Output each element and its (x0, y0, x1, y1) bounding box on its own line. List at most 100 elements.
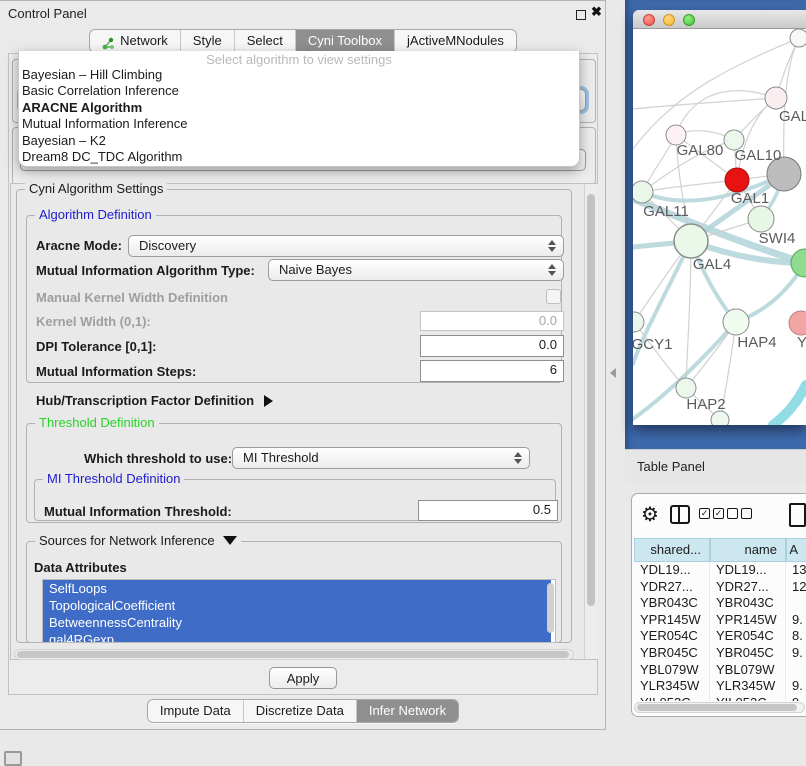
kernel-width-label: Kernel Width (0,1): (36, 314, 151, 329)
tab-select[interactable]: Select (235, 30, 296, 52)
column-header[interactable]: name (710, 538, 786, 562)
algorithm-option[interactable]: Basic Correlation Inference (19, 83, 579, 99)
cell: YIL052C (710, 695, 786, 701)
network-node[interactable] (723, 309, 749, 335)
splitter-collapse-icon[interactable] (610, 368, 616, 378)
network-window[interactable]: GAL80GAL10GAL1GAL11SWI4GAL4GCY1HAP4HAP2G… (633, 10, 806, 425)
attribute-item[interactable]: BetweennessCentrality (43, 614, 551, 631)
cell: YLR345W (634, 678, 710, 695)
cell: 9. (786, 678, 806, 695)
tab-discretize-data[interactable]: Discretize Data (244, 700, 357, 722)
algorithm-definition-legend: Algorithm Definition (35, 207, 156, 222)
table-row[interactable]: YDR27...YDR27...12 (634, 579, 806, 596)
mi-steps-field[interactable]: 6 (420, 360, 564, 382)
tab-infer-network[interactable]: Infer Network (357, 700, 458, 722)
column-view-icon[interactable] (670, 505, 690, 524)
select-all-icon[interactable]: ✓✓ (699, 508, 724, 519)
table-row[interactable]: YBR043CYBR043C (634, 595, 806, 612)
table-row[interactable]: YBR045CYBR045C9. (634, 645, 806, 662)
table-row[interactable]: YER054CYER054C8. (634, 628, 806, 645)
algorithm-option[interactable]: Bayesian – Hill Climbing (19, 67, 579, 83)
table-row[interactable]: YDL19...YDL19...13 (634, 562, 806, 579)
column-header[interactable]: shared... (634, 538, 710, 562)
network-node[interactable] (676, 378, 696, 398)
panel-title: Control Panel (8, 6, 87, 21)
tab-impute-data[interactable]: Impute Data (148, 700, 244, 722)
network-canvas[interactable]: GAL80GAL10GAL1GAL11SWI4GAL4GCY1HAP4HAP2G… (633, 29, 806, 425)
column-header[interactable]: A (786, 538, 806, 562)
network-edge[interactable] (633, 98, 776, 109)
table-document-icon[interactable] (789, 503, 806, 527)
zoom-traffic-light-icon[interactable] (683, 14, 695, 26)
network-edge[interactable] (634, 322, 686, 388)
table-horizontal-scrollbar[interactable] (634, 702, 805, 713)
table-body: YDL19...YDL19...13YDR27...YDR27...12YBR0… (634, 562, 806, 701)
apply-button[interactable]: Apply (269, 667, 337, 689)
tab-style[interactable]: Style (181, 30, 235, 52)
table-row[interactable]: YBL079WYBL079W (634, 662, 806, 679)
tab-label: Discretize Data (256, 700, 344, 722)
network-node[interactable] (711, 411, 729, 425)
mi-type-combo[interactable]: Naive Bayes (268, 259, 564, 281)
network-node[interactable] (791, 249, 806, 277)
data-attributes-list[interactable]: SelfLoopsTopologicalCoefficientBetweenne… (42, 579, 556, 643)
network-node[interactable] (674, 224, 708, 258)
algorithm-option[interactable]: ARACNE Algorithm (19, 100, 579, 116)
network-edge[interactable] (686, 241, 691, 388)
cell: YBL079W (634, 662, 710, 679)
close-icon[interactable]: ✖ (591, 4, 602, 20)
network-node[interactable] (633, 181, 653, 203)
collapsed-panel-icon[interactable] (4, 751, 22, 766)
tab-label: Select (247, 30, 283, 52)
deselect-all-icon[interactable] (727, 508, 752, 519)
chevron-right-icon (264, 395, 273, 407)
close-traffic-light-icon[interactable] (643, 14, 655, 26)
dpi-tolerance-field[interactable]: 0.0 (420, 335, 564, 357)
tab-network[interactable]: Network (90, 30, 181, 52)
mi-type-label: Mutual Information Algorithm Type: (36, 263, 255, 278)
network-node[interactable] (789, 311, 806, 335)
network-edge[interactable] (773, 385, 806, 425)
attribute-item[interactable]: SelfLoops (43, 580, 551, 597)
kernel-width-field[interactable]: 0.0 (420, 311, 564, 331)
network-node[interactable] (748, 206, 774, 232)
cell: YBR043C (710, 595, 786, 612)
minimize-traffic-light-icon[interactable] (663, 14, 675, 26)
list-scrollbar[interactable] (547, 583, 554, 633)
bottom-tabbar: Impute Data Discretize Data Infer Network (147, 699, 459, 723)
network-graph: GAL80GAL10GAL1GAL11SWI4GAL4GCY1HAP4HAP2G… (633, 29, 806, 425)
manual-kernel-checkbox[interactable] (546, 289, 561, 304)
network-window-titlebar[interactable] (633, 10, 806, 29)
network-node[interactable] (790, 29, 806, 47)
node-label: GAL4 (693, 256, 731, 273)
mi-threshold-legend: MI Threshold Definition (43, 471, 184, 486)
attribute-item[interactable]: TopologicalCoefficient (43, 597, 551, 614)
attribute-item[interactable]: gal4RGexp (43, 631, 551, 643)
network-node[interactable] (765, 87, 787, 109)
mi-threshold-field[interactable]: 0.5 (418, 500, 558, 521)
table-panel-title: Table Panel (637, 459, 705, 474)
algorithm-option[interactable]: Mutual Information Inference (19, 116, 579, 132)
sources-legend[interactable]: Sources for Network Inference (35, 533, 241, 548)
table-row[interactable]: YPR145WYPR145W9. (634, 612, 806, 629)
algorithm-option[interactable]: Dream8 DC_TDC Algorithm (19, 149, 579, 165)
network-edge[interactable] (784, 38, 799, 174)
aracne-mode-combo[interactable]: Discovery (128, 235, 564, 257)
settings-vertical-scrollbar[interactable] (584, 184, 598, 659)
table-row[interactable]: YLR345WYLR345W9. (634, 678, 806, 695)
table-row[interactable]: YIL052CYIL052C9 (634, 695, 806, 701)
which-threshold-combo[interactable]: MI Threshold (232, 447, 530, 469)
network-node[interactable] (633, 312, 644, 332)
float-window-icon[interactable] (576, 10, 586, 20)
cell: YBR045C (634, 645, 710, 662)
tab-jactivemnodules[interactable]: jActiveMNodules (395, 30, 516, 52)
table-panel-header: Table Panel (625, 449, 806, 483)
algorithm-option[interactable]: Bayesian – K2 (19, 133, 579, 149)
hub-definition-label: Hub/Transcription Factor Definition (36, 393, 254, 408)
cell: YBR045C (710, 645, 786, 662)
tab-cyni-toolbox[interactable]: Cyni Toolbox (296, 30, 395, 52)
settings-horizontal-scrollbar[interactable] (14, 649, 574, 660)
gear-icon[interactable]: ⚙ (641, 502, 659, 527)
network-node[interactable] (725, 168, 749, 192)
hub-definition-toggle[interactable]: Hub/Transcription Factor Definition (36, 393, 273, 408)
